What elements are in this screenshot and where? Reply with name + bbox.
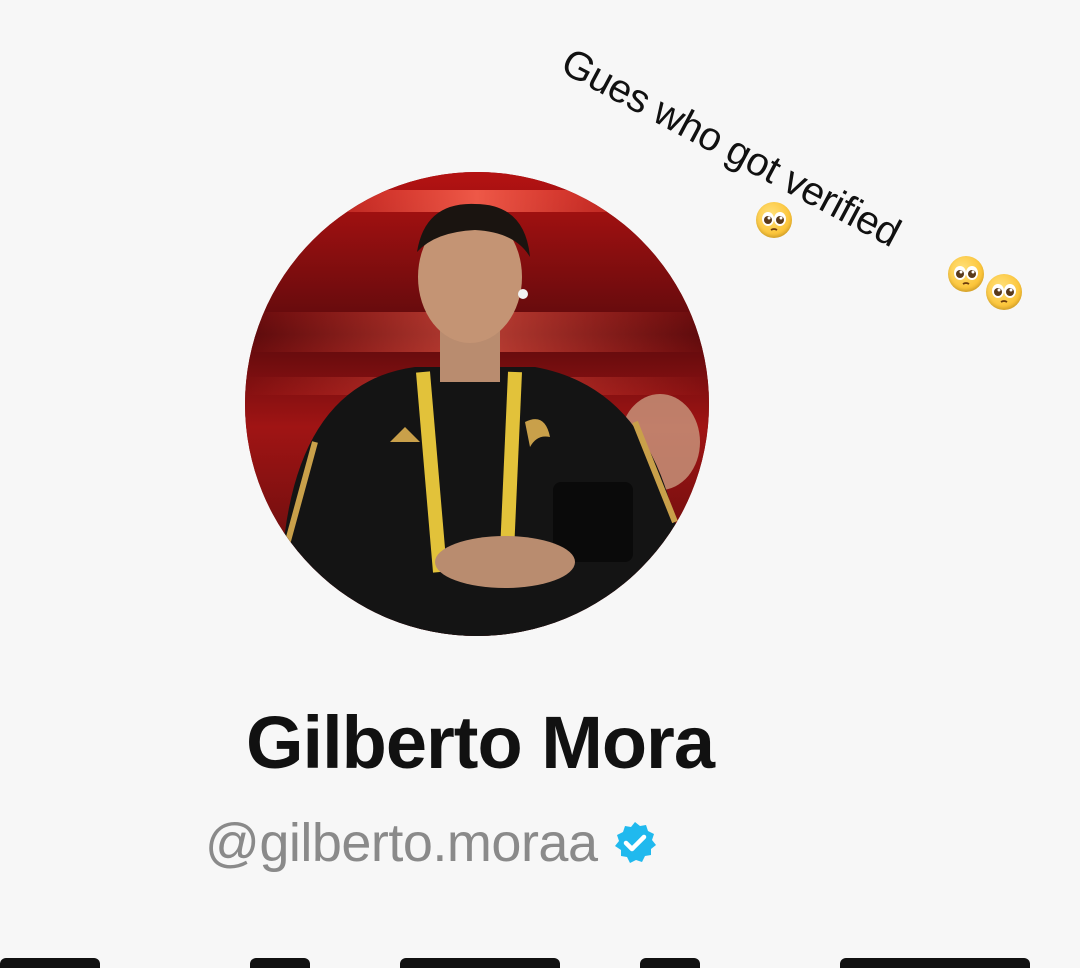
profile-avatar[interactable]: [245, 172, 709, 636]
profile-handle: @gilberto.moraa: [205, 813, 598, 873]
pleading-face-emoji-icon: [756, 202, 792, 238]
profile-stats-row-cutoff: [0, 930, 1080, 968]
avatar-photo: [245, 172, 709, 636]
profile-handle-row: @gilberto.moraa: [205, 812, 658, 874]
verified-badge-icon: [614, 822, 656, 863]
profile-display-name: Gilberto Mora: [245, 701, 715, 784]
pleading-face-emoji-icon: [948, 256, 984, 292]
pleading-face-emoji-icon: [986, 274, 1022, 310]
